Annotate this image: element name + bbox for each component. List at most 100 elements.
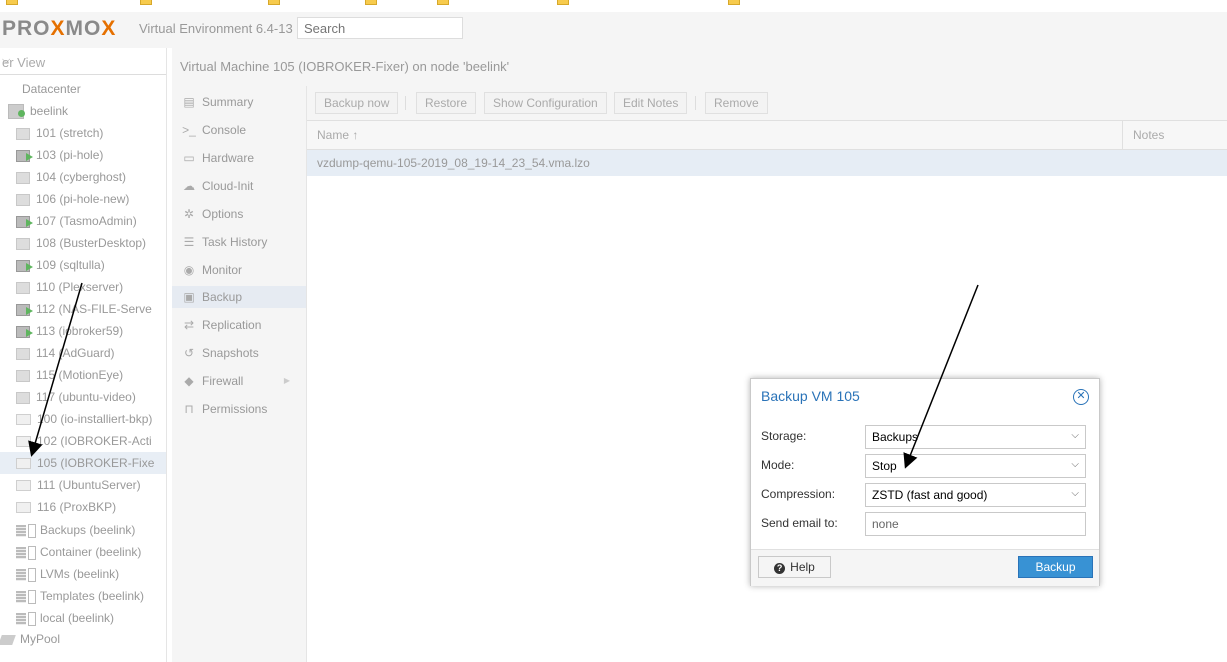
- chevron-down-icon: ⌵: [2, 54, 11, 66]
- bookmark-folder-icon[interactable]: [365, 0, 377, 5]
- table-row[interactable]: vzdump-qemu-105-2019_08_19-14_23_54.vma.…: [307, 150, 1227, 176]
- nav-item-task-history[interactable]: ☰ Task History: [172, 231, 306, 253]
- compression-value: ZSTD (fast and good): [872, 488, 988, 502]
- tree-item[interactable]: 106 (pi-hole-new): [0, 188, 166, 210]
- nav-item-options[interactable]: ✲ Options: [172, 203, 306, 225]
- tree-item-label: 107 (TasmoAdmin): [36, 214, 137, 228]
- toolbar-separator: [695, 96, 696, 110]
- tree-item[interactable]: 104 (cyberghost): [0, 166, 166, 188]
- tree-item[interactable]: 115 (MotionEye): [0, 364, 166, 386]
- edit-notes-button[interactable]: Edit Notes: [614, 92, 688, 114]
- cloud-icon: ☁: [183, 179, 195, 193]
- tree-item[interactable]: 102 (IOBROKER-Acti: [0, 430, 166, 452]
- expand-arrow-icon[interactable]: ▶: [284, 370, 290, 392]
- nav-item-permissions[interactable]: ⊓ Permissions: [172, 398, 306, 420]
- chevron-down-icon[interactable]: ⌵: [1071, 430, 1079, 441]
- view-selector[interactable]: er View ⌵: [0, 48, 166, 75]
- tree-item[interactable]: beelink: [0, 100, 166, 122]
- tree-item-label: 112 (NAS-FILE-Serve: [36, 302, 152, 316]
- tree-item[interactable]: 100 (io-installiert-bkp): [0, 408, 166, 430]
- bookmark-folder-icon[interactable]: [557, 0, 569, 5]
- tree-item[interactable]: 116 (ProxBKP): [0, 496, 166, 518]
- storage-select[interactable]: Backups ⌵: [865, 425, 1086, 449]
- storage-icon: [28, 545, 36, 560]
- tree-item[interactable]: 110 (Plexserver): [0, 276, 166, 298]
- bookmark-folder-icon[interactable]: [437, 0, 449, 5]
- shield-icon: ◆: [184, 374, 194, 388]
- tree-item-label: 113 (iobroker59): [36, 324, 124, 338]
- nav-item-replication[interactable]: ⇄ Replication: [172, 314, 306, 336]
- email-field[interactable]: none: [865, 512, 1086, 536]
- mode-select[interactable]: Stop ⌵: [865, 454, 1086, 478]
- tree-item[interactable]: Backups (beelink): [0, 519, 166, 541]
- chevron-down-icon[interactable]: ⌵: [1071, 488, 1079, 499]
- email-placeholder: none: [872, 517, 899, 531]
- nav-item-label: Replication: [202, 318, 262, 332]
- backup-button[interactable]: Backup: [1018, 556, 1093, 578]
- tree-item[interactable]: 105 (IOBROKER-Fixe: [0, 452, 166, 474]
- nav-item-label: Cloud-Init: [202, 179, 254, 193]
- tree-item[interactable]: 117 (ubuntu-video): [0, 386, 166, 408]
- help-button[interactable]: ? Help: [758, 556, 831, 578]
- nav-item-label: Task History: [202, 235, 268, 249]
- chevron-down-icon[interactable]: ⌵: [1071, 459, 1079, 470]
- nav-item-backup[interactable]: ▣ Backup: [172, 286, 306, 308]
- backup-now-button[interactable]: Backup now: [315, 92, 399, 114]
- tree-item[interactable]: 107 (TasmoAdmin): [0, 210, 166, 232]
- storage-value: Backups: [872, 430, 919, 444]
- bookmark-folder-icon[interactable]: [6, 0, 18, 5]
- tree-item[interactable]: local (beelink): [0, 607, 166, 629]
- nav-item-cloud-init[interactable]: ☁ Cloud-Init: [172, 175, 306, 197]
- tree-item[interactable]: 101 (stretch): [0, 122, 166, 144]
- nav-item-hardware[interactable]: ▭ Hardware: [172, 147, 306, 169]
- tree-item[interactable]: 113 (iobroker59): [0, 320, 166, 342]
- running-vm-icon: [16, 149, 33, 162]
- tree-item-label: 110 (Plexserver): [36, 280, 124, 294]
- column-header-notes[interactable]: Notes: [1133, 128, 1164, 142]
- show-configuration-button[interactable]: Show Configuration: [484, 92, 607, 114]
- mode-row: Mode: Stop ⌵: [761, 454, 1087, 478]
- monitor-icon: [16, 458, 31, 470]
- vm-icon: [16, 391, 30, 404]
- search-input[interactable]: [297, 17, 463, 39]
- email-label: Send email to:: [761, 516, 838, 530]
- restore-button[interactable]: Restore: [416, 92, 477, 114]
- tree-item-label: 109 (sqltulla): [36, 258, 105, 272]
- toolbar-separator: [405, 96, 406, 110]
- bookmark-folder-icon[interactable]: [268, 0, 280, 5]
- bookmark-folder-icon[interactable]: [728, 0, 740, 5]
- tree-item-label: 105 (IOBROKER-Fixe: [37, 456, 155, 470]
- tree-item-label: 102 (IOBROKER-Acti: [37, 434, 152, 448]
- tree-item[interactable]: LVMs (beelink): [0, 563, 166, 585]
- tree-item[interactable]: 112 (NAS-FILE-Serve: [0, 298, 166, 320]
- column-header-name[interactable]: Name ↑: [317, 128, 358, 142]
- resource-tree: er View ⌵ Datacenter beelink 101 (stretch)…: [0, 48, 167, 662]
- nav-item-firewall[interactable]: ◆ Firewall ▶: [172, 370, 306, 392]
- tree-item[interactable]: Templates (beelink): [0, 585, 166, 607]
- bookmark-folder-icon[interactable]: [140, 0, 152, 5]
- nav-item-console[interactable]: >_ Console: [172, 119, 306, 141]
- question-icon: ?: [774, 563, 786, 574]
- tree-item[interactable]: Datacenter: [0, 78, 166, 100]
- tree-item[interactable]: Container (beelink): [0, 541, 166, 563]
- remove-button[interactable]: Remove: [705, 92, 768, 114]
- tree-item[interactable]: 109 (sqltulla): [0, 254, 166, 276]
- compression-select[interactable]: ZSTD (fast and good) ⌵: [865, 483, 1086, 507]
- tree-item[interactable]: 103 (pi-hole): [0, 144, 166, 166]
- nav-item-summary[interactable]: ▤ Summary: [172, 91, 306, 113]
- datacenter-icon: [0, 84, 16, 96]
- tree-item-label: 111 (UbuntuServer): [37, 478, 141, 492]
- running-vm-icon: [16, 259, 33, 272]
- nav-item-snapshots[interactable]: ↺ Snapshots: [172, 342, 306, 364]
- tree-item-label: beelink: [30, 104, 69, 118]
- column-divider[interactable]: [1122, 121, 1123, 149]
- tree-item[interactable]: MyPool: [0, 628, 166, 650]
- tree-item[interactable]: 114 (AdGuard): [0, 342, 166, 364]
- nav-item-monitor[interactable]: ◉ Monitor: [172, 259, 306, 281]
- tree-item[interactable]: 108 (BusterDesktop): [0, 232, 166, 254]
- tree-item[interactable]: 111 (UbuntuServer): [0, 474, 166, 496]
- close-icon[interactable]: ✕: [1073, 389, 1089, 405]
- tree-item-label: 100 (io-installiert-bkp): [37, 412, 153, 426]
- tree-item-label: 104 (cyberghost): [36, 170, 127, 184]
- nav-item-label: Permissions: [202, 402, 268, 416]
